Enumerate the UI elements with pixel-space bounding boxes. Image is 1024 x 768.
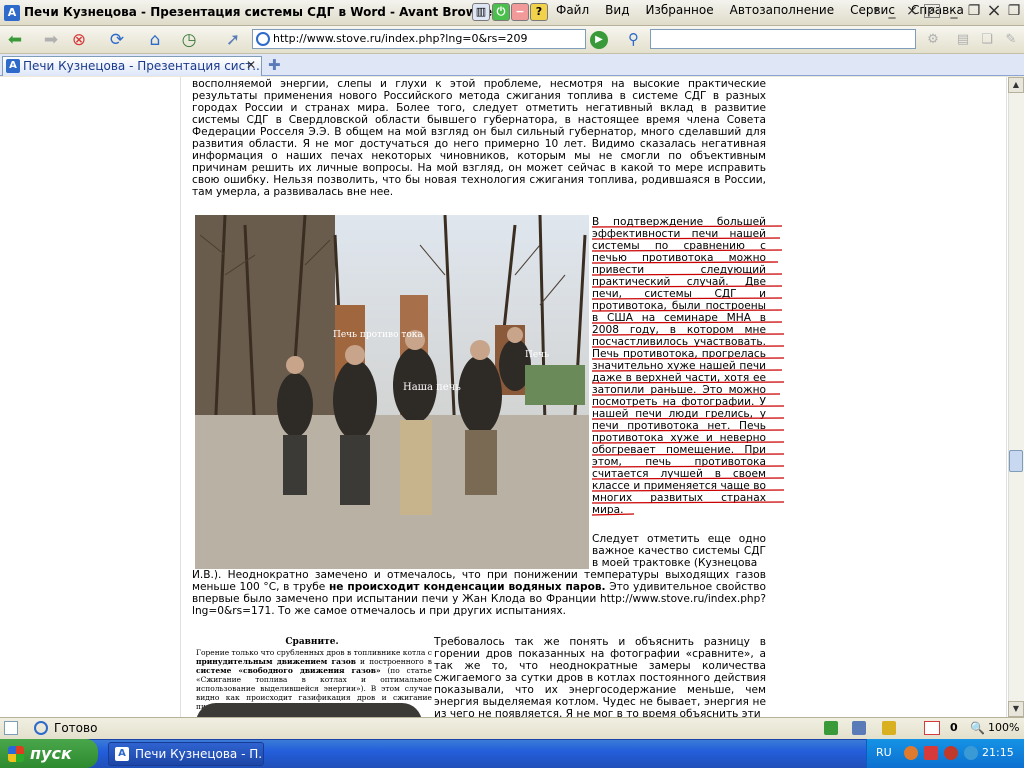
close-button[interactable]: × bbox=[984, 2, 1004, 20]
zoom-level[interactable]: 100% bbox=[988, 721, 1019, 734]
compare-inset: Сравните. Горение только что срубленных … bbox=[192, 635, 432, 717]
page-viewport: восполняемой энергии, слепы и глухи к эт… bbox=[0, 77, 1008, 717]
popup-blocker-icon[interactable] bbox=[924, 721, 940, 735]
page-tools-icon[interactable]: ▤ bbox=[950, 28, 976, 52]
zoom-icon[interactable]: 🔍 bbox=[970, 721, 985, 735]
inset-body: Горение только что срубленных дров в топ… bbox=[196, 648, 432, 711]
inset-text-b: и построенного в bbox=[355, 657, 432, 666]
scroll-down-icon[interactable]: ▼ bbox=[1008, 701, 1024, 717]
taskbar-avant-icon: A bbox=[115, 747, 129, 761]
popup-count: 0 bbox=[950, 721, 958, 734]
search-input[interactable] bbox=[650, 29, 916, 49]
stoves-photo: Печь противо тока Печь Наша печь bbox=[195, 215, 589, 569]
new-tab-icon[interactable]: ✚ bbox=[268, 56, 281, 74]
history-icon[interactable]: ◷ bbox=[176, 28, 202, 52]
sidebar-toggle-icon[interactable] bbox=[4, 721, 18, 735]
inset-title: Сравните. bbox=[285, 637, 339, 647]
content-border-right bbox=[1006, 77, 1007, 717]
refresh-icon[interactable]: ⟳ bbox=[104, 28, 130, 52]
paragraph-quality: Следует отметить еще одно важное качеств… bbox=[592, 533, 766, 569]
paragraph-intro: восполняемой энергии, слепы и глухи к эт… bbox=[192, 78, 766, 198]
tab-close-icon[interactable]: ✕ bbox=[246, 58, 256, 72]
paragraph-condensation: И.В.). Неоднократно замечено и отмечалос… bbox=[192, 569, 766, 617]
network-icon[interactable] bbox=[824, 721, 838, 735]
tab-active[interactable]: Печи Кузнецова - Презентация сист... bbox=[2, 56, 262, 76]
taskbar-window-button[interactable]: Печи Кузнецова - П... bbox=[108, 742, 264, 766]
photo-label-stove: Печь bbox=[525, 350, 549, 360]
avant-browser-icon: A bbox=[4, 5, 20, 21]
close-inner-icon[interactable]: × bbox=[902, 2, 922, 20]
scrollbar-thumb[interactable] bbox=[1009, 450, 1023, 472]
clock: 21:15 bbox=[982, 746, 1014, 759]
tray-shield-icon[interactable] bbox=[944, 746, 958, 760]
help-icon[interactable]: ? bbox=[530, 3, 548, 21]
menu-autofill[interactable]: Автозаполнение bbox=[722, 2, 842, 22]
menu-favorites[interactable]: Избранное bbox=[637, 2, 721, 22]
address-bar[interactable]: http://www.stove.ru/index.php?lng=0&rs=2… bbox=[252, 29, 586, 49]
scroll-up-icon[interactable]: ▲ bbox=[1008, 77, 1024, 93]
photo-label-our-stove: Наша печь bbox=[403, 382, 461, 393]
windows-logo-icon bbox=[8, 746, 24, 762]
inset-bold-2: системе «свободного движения газов» bbox=[196, 666, 381, 675]
home-icon[interactable]: ⌂ bbox=[142, 28, 168, 52]
search-icon[interactable]: ⚲ bbox=[628, 30, 639, 48]
condensation-bold: не происходит конденсации водяных паров. bbox=[328, 581, 606, 593]
minimize-inner-icon[interactable]: _ bbox=[882, 2, 902, 20]
inset-text-a: Горение только что срубленных дров в топ… bbox=[196, 648, 432, 657]
tray-arrow-icon[interactable] bbox=[904, 746, 918, 760]
stop-icon[interactable]: ⊗ bbox=[66, 28, 92, 52]
content-border-left bbox=[180, 77, 181, 717]
window-title: Печи Кузнецова - Презентация системы СДГ… bbox=[24, 5, 498, 19]
minus-circle-icon[interactable]: − bbox=[511, 3, 529, 21]
tray-flag-icon[interactable] bbox=[924, 746, 938, 760]
globe-icon bbox=[34, 721, 48, 735]
go-button[interactable]: ▶ bbox=[590, 31, 608, 49]
tray-volume-icon[interactable] bbox=[964, 746, 978, 760]
computer-icon[interactable] bbox=[852, 721, 866, 735]
restore-small-icon[interactable]: ❐ bbox=[1004, 2, 1024, 20]
search-options-icon[interactable]: ⚙ bbox=[920, 28, 946, 52]
layout-icon[interactable]: ▥ bbox=[472, 3, 490, 21]
status-text: Готово bbox=[54, 721, 98, 735]
inset-photo bbox=[196, 703, 422, 717]
lock-icon[interactable] bbox=[882, 721, 896, 735]
language-indicator[interactable]: RU bbox=[876, 746, 892, 759]
menu-view[interactable]: Вид bbox=[597, 2, 637, 22]
paragraph-explanation: Требовалось так же понять и объяснить ра… bbox=[434, 636, 766, 717]
tab-page-icon: A bbox=[6, 59, 20, 73]
close-doc-icon[interactable]: × bbox=[924, 4, 940, 18]
status-bar bbox=[0, 717, 1024, 739]
vertical-scrollbar[interactable] bbox=[1008, 77, 1024, 717]
page-icon bbox=[256, 32, 270, 46]
photo-label-counterflow: Печь противо тока bbox=[333, 330, 423, 340]
inset-bold-1: принудительным движением газов bbox=[196, 657, 356, 666]
restore-button[interactable]: ❐ bbox=[964, 2, 984, 20]
copy-icon[interactable]: ❏ bbox=[974, 28, 1000, 52]
minimize-button[interactable]: _ bbox=[944, 2, 964, 20]
back-icon[interactable]: ⬅ bbox=[2, 28, 28, 52]
menu-file[interactable]: Файл bbox=[548, 2, 597, 22]
forward-icon[interactable]: ➡ bbox=[38, 28, 64, 52]
power-icon[interactable]: ⏻ bbox=[492, 3, 510, 21]
edit-icon[interactable]: ✎ bbox=[998, 28, 1024, 52]
red-underline-marks bbox=[591, 225, 785, 516]
cursor-icon[interactable]: ➚ bbox=[220, 28, 246, 52]
